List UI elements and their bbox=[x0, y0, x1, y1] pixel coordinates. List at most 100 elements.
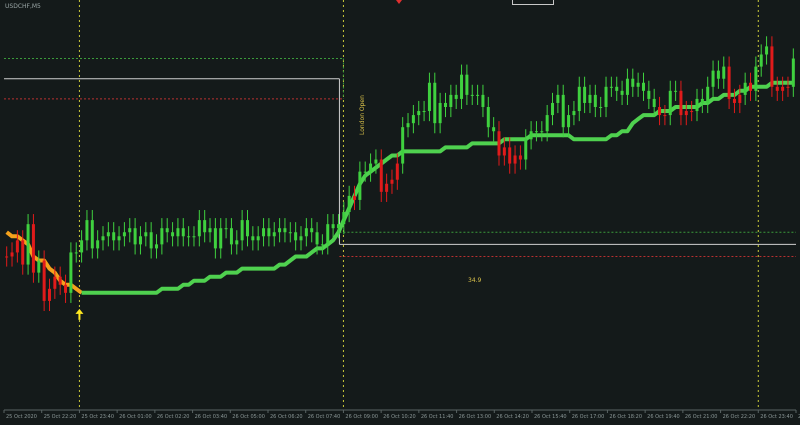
candle-body bbox=[695, 98, 699, 112]
candle-body bbox=[674, 90, 678, 92]
candle-body bbox=[422, 111, 426, 113]
candle-body bbox=[213, 228, 217, 249]
candle-body bbox=[406, 123, 410, 128]
candle-body bbox=[411, 115, 415, 124]
candle-body bbox=[534, 131, 538, 133]
candle-body bbox=[641, 82, 645, 91]
candle-body bbox=[497, 131, 501, 156]
candle-body bbox=[732, 98, 736, 103]
candle-body bbox=[684, 111, 688, 116]
x-tick-label: 26 Oct 15:40 bbox=[534, 414, 567, 420]
candle-body bbox=[181, 228, 185, 237]
x-tick-label: 26 Oct 03:40 bbox=[195, 414, 228, 420]
candle-body bbox=[80, 240, 84, 253]
candle-body bbox=[117, 236, 121, 241]
session-label: London Open bbox=[359, 95, 366, 135]
candle-body bbox=[759, 54, 763, 67]
candle-body bbox=[791, 58, 795, 87]
candle-body bbox=[176, 228, 180, 237]
candle-body bbox=[149, 232, 153, 249]
candle-body bbox=[326, 224, 330, 245]
candle-body bbox=[524, 139, 528, 160]
candle-body bbox=[663, 115, 667, 117]
candle-body bbox=[518, 155, 522, 160]
candle-body bbox=[529, 131, 533, 140]
candle-body bbox=[304, 228, 308, 237]
window-control-box bbox=[512, 0, 554, 5]
candle-body bbox=[155, 244, 159, 249]
candle-body bbox=[26, 224, 30, 265]
candle-body bbox=[122, 232, 126, 237]
candle-body bbox=[219, 228, 223, 249]
candle-body bbox=[551, 102, 555, 116]
candle-body bbox=[631, 78, 635, 87]
x-tick-label: 26 Oct 10:20 bbox=[383, 414, 416, 420]
candle-body bbox=[47, 288, 51, 301]
chart-svg: 25 Oct 2020 25 Oct 22:20 25 Oct 23:40 26 Oc… bbox=[3, 0, 800, 420]
top-marker-icon bbox=[396, 0, 402, 4]
candle-body bbox=[331, 224, 335, 229]
candle-body bbox=[42, 260, 46, 301]
symbol-label: USDCHF,M5 bbox=[5, 3, 41, 10]
x-tick-label: 26 Oct 07:40 bbox=[308, 414, 341, 420]
candle-body bbox=[765, 46, 769, 55]
candle-body bbox=[599, 107, 603, 108]
candle-body bbox=[353, 195, 357, 200]
candle-body bbox=[502, 147, 506, 156]
x-tick-label: 26 Oct 19:40 bbox=[647, 414, 680, 420]
candle-body bbox=[749, 82, 753, 91]
candle-body bbox=[144, 232, 148, 237]
candle-body bbox=[727, 66, 731, 99]
candle-body bbox=[53, 276, 57, 289]
candle-body bbox=[620, 90, 624, 95]
candle-body bbox=[240, 220, 244, 241]
candle-body bbox=[754, 66, 758, 91]
candle-body bbox=[775, 86, 779, 91]
candle-body bbox=[31, 224, 35, 273]
candle-body bbox=[460, 74, 464, 99]
candle-body bbox=[588, 94, 592, 103]
candle-body bbox=[15, 240, 19, 253]
candle-body bbox=[342, 212, 346, 225]
candle-body bbox=[208, 228, 212, 233]
chart: 25 Oct 2020 25 Oct 22:20 25 Oct 23:40 26 Oc… bbox=[0, 0, 800, 425]
x-tick-label: 26 Oct 14:20 bbox=[496, 414, 529, 420]
candle-body bbox=[449, 94, 453, 107]
value-label: 34.9 bbox=[468, 277, 482, 284]
candle-body bbox=[625, 78, 629, 95]
candle-body bbox=[577, 86, 581, 112]
candle-body bbox=[187, 236, 191, 238]
candle-body bbox=[738, 94, 742, 103]
candle-body bbox=[636, 82, 640, 87]
candle-body bbox=[572, 111, 576, 116]
candle-body bbox=[101, 236, 105, 241]
candle-body bbox=[74, 252, 78, 254]
candle-body bbox=[470, 94, 474, 96]
candle-body bbox=[171, 232, 175, 237]
candle-body bbox=[374, 159, 378, 164]
candle-body bbox=[96, 240, 100, 249]
candle-body bbox=[443, 102, 447, 107]
candle-body bbox=[288, 232, 292, 234]
candle-body bbox=[69, 252, 73, 293]
x-tick-label: 25 Oct 22:20 bbox=[44, 414, 77, 420]
candle-body bbox=[454, 94, 458, 99]
candle-body bbox=[658, 107, 662, 116]
candle-body bbox=[283, 228, 287, 233]
candle-body bbox=[609, 86, 613, 88]
candle-body bbox=[508, 147, 512, 164]
candle-body bbox=[229, 228, 233, 245]
candle-body bbox=[668, 90, 672, 116]
candle-body bbox=[465, 74, 469, 95]
candle-body bbox=[427, 82, 431, 112]
x-tick-label: 26 Oct 13:00 bbox=[459, 414, 492, 420]
candle-body bbox=[679, 90, 683, 116]
candle-body bbox=[385, 183, 389, 192]
candle-body bbox=[561, 94, 565, 128]
x-tick-label: 26 Oct 01:00 bbox=[119, 414, 152, 420]
candle-body bbox=[369, 163, 373, 172]
candle-body bbox=[401, 127, 405, 164]
candle-body bbox=[711, 70, 715, 87]
x-tick-label: 26 Oct 23:40 bbox=[760, 414, 793, 420]
candle-body bbox=[336, 224, 340, 229]
